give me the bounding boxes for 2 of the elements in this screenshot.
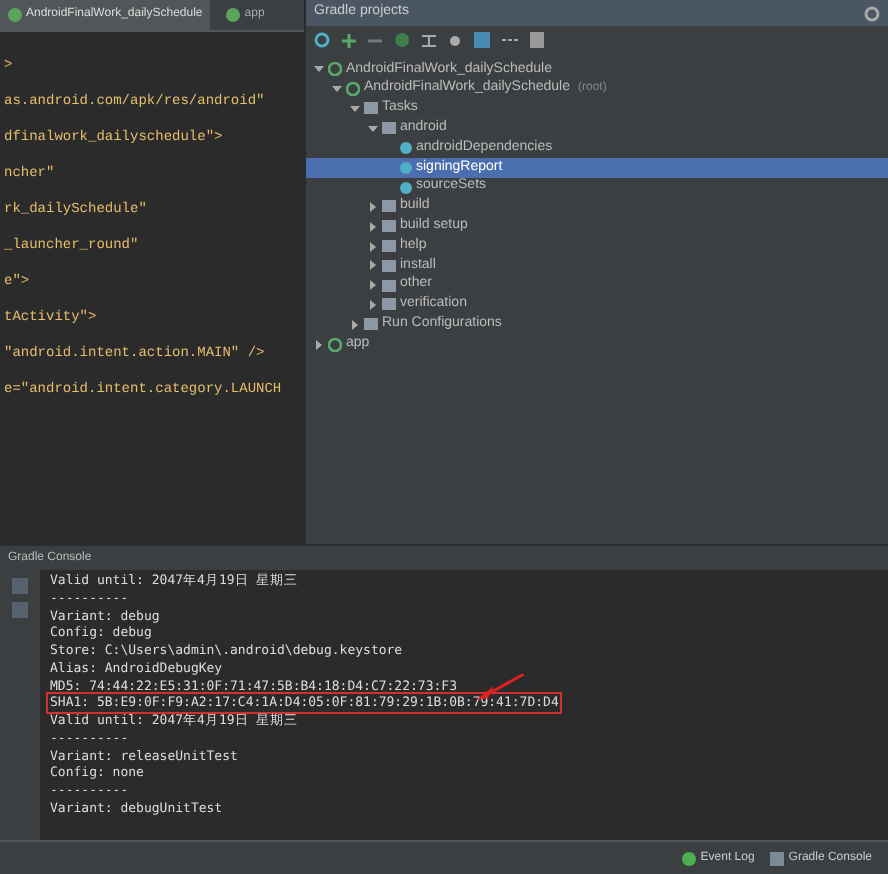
caret-right-icon[interactable] bbox=[314, 339, 324, 350]
add-icon[interactable] bbox=[342, 33, 356, 47]
